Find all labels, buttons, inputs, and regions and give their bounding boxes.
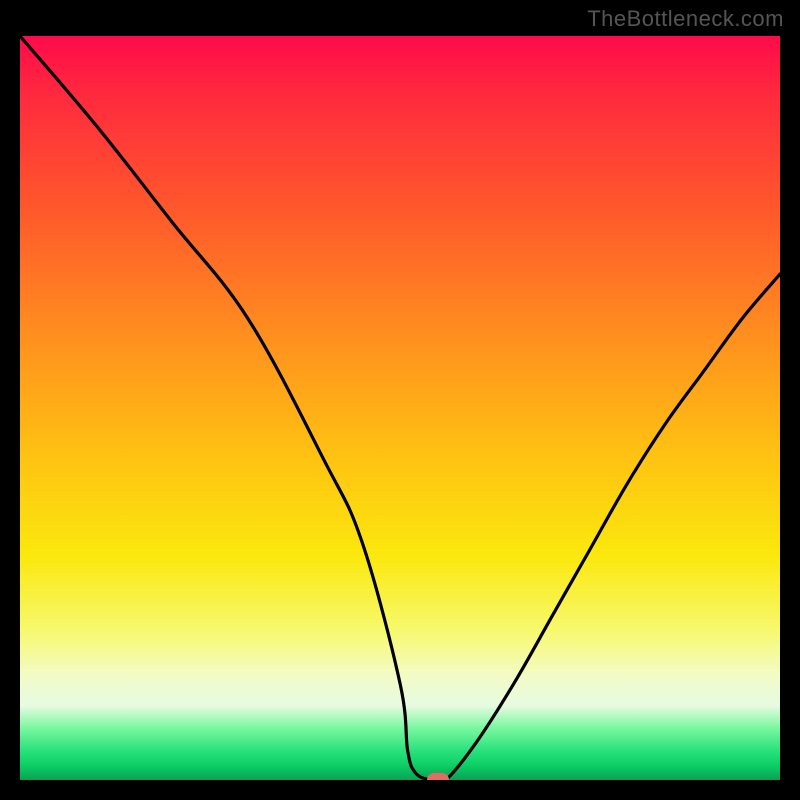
chart-frame: TheBottleneck.com [0, 0, 800, 800]
bottleneck-curve [20, 36, 780, 780]
watermark-text: TheBottleneck.com [587, 6, 784, 32]
plot-area [20, 36, 780, 780]
optimal-point-marker [427, 773, 449, 780]
